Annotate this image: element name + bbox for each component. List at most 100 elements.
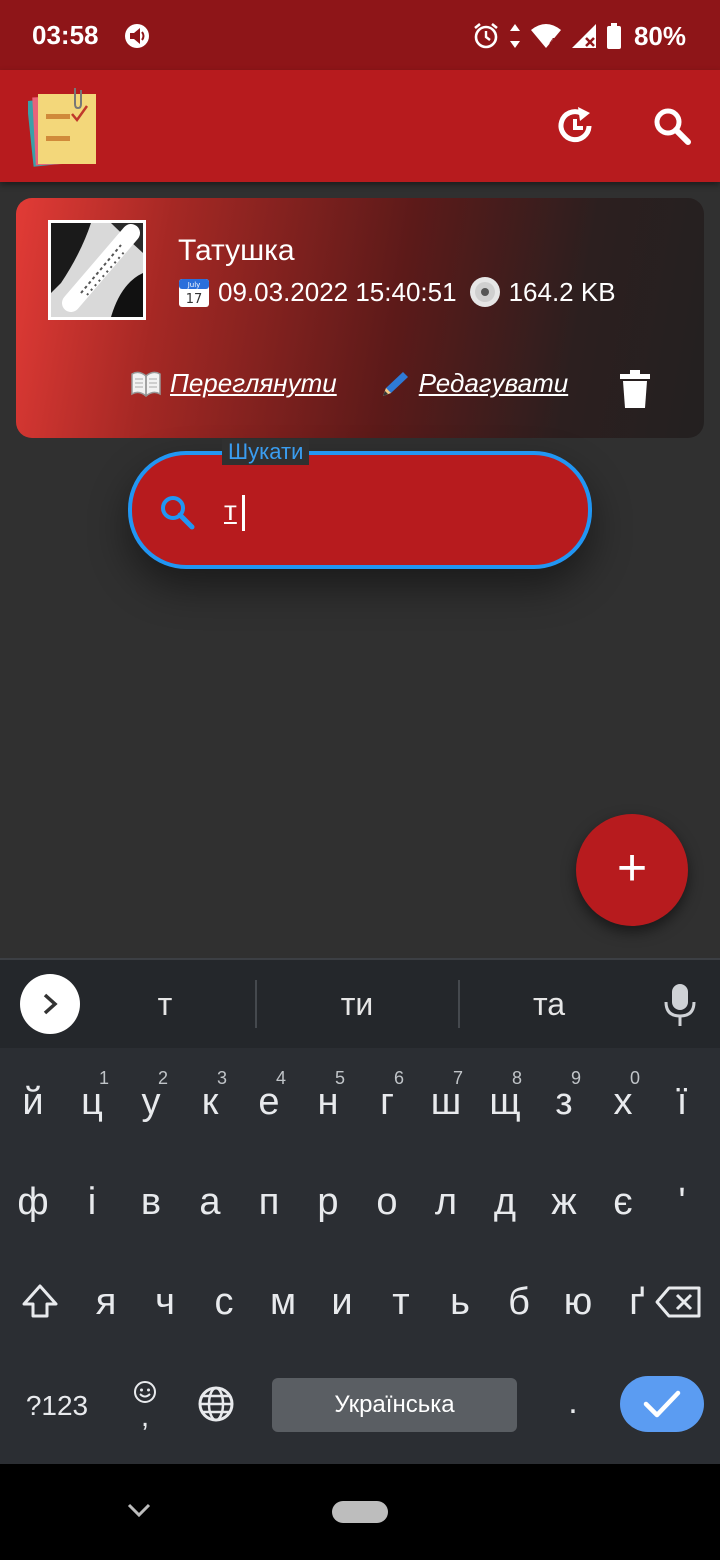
key[interactable]: с xyxy=(195,1252,253,1352)
key[interactable]: г6 xyxy=(358,1052,416,1152)
key-row-2: ф і в а п р о л д ж є ' xyxy=(0,1152,720,1252)
search-field[interactable]: Шукати т xyxy=(128,439,592,569)
key[interactable]: т xyxy=(372,1252,430,1352)
note-actions: Переглянути Редагувати xyxy=(130,368,568,399)
plus-icon: + xyxy=(616,839,648,897)
key-label: с xyxy=(214,1280,234,1323)
note-date: 09.03.2022 15:40:51 xyxy=(218,276,457,307)
key[interactable]: ' xyxy=(653,1152,711,1252)
key[interactable]: я xyxy=(77,1252,135,1352)
key[interactable]: и xyxy=(313,1252,371,1352)
key[interactable]: ї xyxy=(653,1052,711,1152)
key-hint: 6 xyxy=(393,1068,404,1088)
period-key[interactable]: . xyxy=(548,1372,598,1432)
key[interactable]: щ8 xyxy=(476,1052,534,1152)
data-arrows-icon xyxy=(509,24,520,48)
key[interactable]: ґ xyxy=(608,1252,666,1352)
key-label: т xyxy=(392,1280,410,1323)
history-button[interactable] xyxy=(548,98,604,154)
language-key[interactable] xyxy=(190,1376,242,1432)
suggestion-2[interactable]: ти xyxy=(262,986,452,1023)
key[interactable]: е4 xyxy=(240,1052,298,1152)
key[interactable]: м xyxy=(254,1252,312,1352)
key[interactable]: ш7 xyxy=(417,1052,475,1152)
note-meta: July 17 09.03.2022 15:40:51 164.2 KB xyxy=(178,276,616,308)
trash-icon[interactable] xyxy=(620,370,650,408)
svg-text:17: 17 xyxy=(186,292,203,307)
key[interactable]: ц1 xyxy=(63,1052,121,1152)
mic-icon[interactable] xyxy=(662,982,698,1028)
key-label: ґ xyxy=(629,1280,645,1323)
key[interactable]: є xyxy=(594,1152,652,1252)
key[interactable]: к3 xyxy=(181,1052,239,1152)
key-hint: 9 xyxy=(570,1068,581,1088)
search-icon xyxy=(654,108,691,145)
add-note-button[interactable]: + xyxy=(576,814,688,926)
cast-icon xyxy=(125,24,149,48)
key-hint: 5 xyxy=(334,1068,345,1088)
key-hint: 3 xyxy=(216,1068,227,1088)
edit-link[interactable]: Редагувати xyxy=(379,368,568,399)
key[interactable]: р xyxy=(299,1152,357,1252)
key[interactable]: в xyxy=(122,1152,180,1252)
note-thumbnail[interactable] xyxy=(48,220,146,320)
key[interactable]: з9 xyxy=(535,1052,593,1152)
key-label: ї xyxy=(676,1080,688,1123)
key-label: д xyxy=(493,1180,517,1223)
search-input[interactable]: т xyxy=(224,495,237,527)
note-card[interactable]: Татушка July 17 09.03.2022 15:40:51 164.… xyxy=(16,198,704,438)
status-bar: 03:58 4 80% xyxy=(0,0,720,70)
suggestion-1[interactable]: т xyxy=(70,986,260,1023)
shift-key[interactable] xyxy=(12,1274,68,1330)
chevron-right-icon xyxy=(43,993,58,1015)
note-title: Татушка xyxy=(178,234,295,267)
key[interactable]: і xyxy=(63,1152,121,1252)
alarm-icon xyxy=(474,22,498,49)
key-label: п xyxy=(258,1180,280,1223)
globe-icon xyxy=(198,1386,234,1422)
key[interactable]: ь xyxy=(431,1252,489,1352)
key[interactable]: о xyxy=(358,1152,416,1252)
key-label: я xyxy=(95,1280,117,1323)
key-label: в xyxy=(140,1180,162,1223)
suggestion-bar: т ти та xyxy=(0,960,720,1048)
suggestion-3[interactable]: та xyxy=(454,986,644,1023)
key-label: м xyxy=(269,1280,297,1323)
emoji-comma-key[interactable]: , xyxy=(120,1370,170,1440)
key[interactable]: б xyxy=(490,1252,548,1352)
key-label: ' xyxy=(678,1180,686,1223)
suggestion-divider xyxy=(255,980,257,1028)
key-label: л xyxy=(434,1180,458,1223)
history-icon xyxy=(558,107,592,143)
note-size: 164.2 KB xyxy=(508,276,616,307)
enter-key[interactable] xyxy=(620,1376,704,1432)
key[interactable]: п xyxy=(240,1152,298,1252)
view-label: Переглянути xyxy=(170,368,337,398)
key[interactable]: д xyxy=(476,1152,534,1252)
nav-home-pill[interactable] xyxy=(332,1501,388,1523)
key-label: г xyxy=(380,1080,394,1123)
key[interactable]: й xyxy=(4,1052,62,1152)
key[interactable]: ж xyxy=(535,1152,593,1252)
svg-text:4: 4 xyxy=(549,36,556,49)
symbols-key[interactable]: ?123 xyxy=(14,1378,100,1434)
key[interactable]: ч xyxy=(136,1252,194,1352)
svg-text:July: July xyxy=(187,281,201,289)
key[interactable]: у2 xyxy=(122,1052,180,1152)
disc-icon xyxy=(469,277,500,307)
navigation-bar xyxy=(0,1464,720,1560)
key-hint: 0 xyxy=(629,1068,640,1088)
appbar-search-button[interactable] xyxy=(644,98,700,154)
nav-back-chevron-icon[interactable] xyxy=(124,1500,154,1520)
key[interactable]: х0 xyxy=(594,1052,652,1152)
key[interactable]: ю xyxy=(549,1252,607,1352)
key[interactable]: л xyxy=(417,1152,475,1252)
search-label: Шукати xyxy=(222,439,310,465)
space-key[interactable]: Українська xyxy=(272,1378,517,1432)
key[interactable]: а xyxy=(181,1152,239,1252)
key-hint: 1 xyxy=(98,1068,109,1088)
key[interactable]: ф xyxy=(4,1152,62,1252)
key[interactable]: н5 xyxy=(299,1052,357,1152)
signal-icon xyxy=(571,24,596,48)
view-link[interactable]: Переглянути xyxy=(130,368,337,399)
